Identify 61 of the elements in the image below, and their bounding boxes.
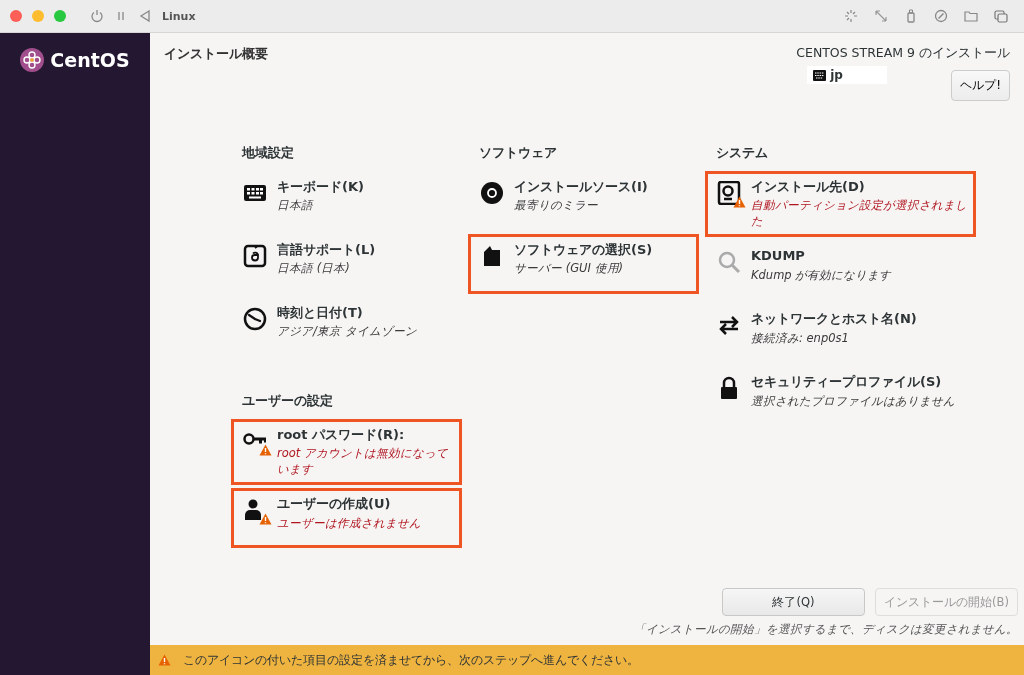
- warning-message: このアイコンの付いた項目の設定を済ませてから、次のステップへ進んでください。: [183, 652, 639, 668]
- close-button[interactable]: [10, 10, 22, 22]
- usb-icon[interactable]: [904, 9, 918, 23]
- settings-item[interactable]: ネットワークとホスト名(N) 接続済み: enp0s1: [705, 303, 976, 364]
- windows-icon[interactable]: [994, 9, 1008, 23]
- folder-icon[interactable]: [964, 9, 978, 23]
- item-status: 選択されたプロファイルはありません: [751, 392, 955, 409]
- zoom-button[interactable]: [54, 10, 66, 22]
- item-title: キーボード(K): [277, 179, 364, 196]
- item-status: サーバー (GUI 使用): [514, 260, 624, 277]
- disc-icon: [480, 181, 504, 205]
- flower-logo-icon: [20, 48, 45, 72]
- item-title: 時刻と日付(T): [277, 305, 364, 322]
- item-status: 日本語 (日本): [277, 260, 351, 277]
- warning-icon: [158, 654, 171, 666]
- item-status: root アカウントは無効になっています: [277, 445, 449, 478]
- category-title: 地域設定: [242, 145, 295, 162]
- settings-item[interactable]: インストールソース(I) 最寄りのミラー: [468, 171, 699, 231]
- item-status: 日本語: [277, 197, 315, 214]
- settings-item[interactable]: インストール先(D) 自動パーティション設定が選択されました: [705, 171, 976, 238]
- settings-item[interactable]: 時刻と日付(T) アジア/東京 タイムゾーン: [231, 297, 462, 357]
- help-button[interactable]: ヘルプ!: [951, 70, 1010, 101]
- category-title: ユーザーの設定: [242, 393, 334, 410]
- clock-icon: [243, 307, 267, 331]
- item-title: KDUMP: [751, 248, 806, 265]
- page-title: インストール概要: [164, 45, 268, 63]
- category-title: システム: [716, 145, 769, 162]
- keyboard-layout-indicator[interactable]: jp: [807, 66, 888, 84]
- disk-note: 「インストールの開始」を選択するまで、ディスクは変更されません。: [634, 622, 1018, 637]
- letter-a-icon: [243, 244, 267, 268]
- item-status: ユーザーは作成されません: [277, 514, 421, 531]
- product-title: CENTOS STREAM 9 のインストール: [796, 45, 1010, 62]
- item-title: root パスワード(R):: [277, 427, 406, 444]
- resize-icon[interactable]: [874, 9, 888, 23]
- item-status: 自動パーティション設定が選択されました: [751, 197, 967, 230]
- item-title: インストールソース(I): [514, 179, 648, 196]
- settings-item[interactable]: KDUMP Kdump が有効になります: [705, 240, 976, 301]
- settings-item[interactable]: 言語サポート(L) 日本語 (日本): [231, 234, 462, 294]
- item-status: アジア/東京 タイムゾーン: [277, 323, 417, 340]
- settings-item[interactable]: セキュリティープロファイル(S) 選択されたプロファイルはありません: [705, 366, 976, 427]
- window-title: Linux: [162, 9, 196, 23]
- quit-button[interactable]: 終了(Q): [722, 588, 865, 616]
- magnifier-icon: [717, 250, 741, 275]
- category-title: ソフトウェア: [479, 145, 558, 162]
- sparkle-icon[interactable]: [844, 9, 858, 23]
- item-status: 最寄りのミラー: [514, 197, 599, 214]
- back-icon[interactable]: [138, 9, 152, 23]
- item-title: 言語サポート(L): [277, 242, 376, 259]
- settings-item[interactable]: キーボード(K) 日本語: [231, 171, 462, 231]
- item-title: インストール先(D): [751, 179, 866, 196]
- item-status: 接続済み: enp0s1: [751, 329, 850, 346]
- settings-item[interactable]: root パスワード(R): root アカウントは無効になっています: [231, 419, 462, 486]
- logo-text: CentOS: [50, 49, 130, 71]
- item-status: Kdump が有効になります: [751, 266, 892, 283]
- item-title: セキュリティープロファイル(S): [751, 374, 943, 391]
- item-title: ネットワークとホスト名(N): [751, 311, 917, 328]
- settings-item[interactable]: ユーザーの作成(U) ユーザーは作成されません: [231, 488, 462, 549]
- power-icon[interactable]: [90, 9, 104, 23]
- item-title: ソフトウェアの選択(S): [514, 242, 653, 259]
- settings-item[interactable]: ソフトウェアの選択(S) サーバー (GUI 使用): [468, 234, 699, 294]
- item-title: ユーザーの作成(U): [277, 496, 392, 513]
